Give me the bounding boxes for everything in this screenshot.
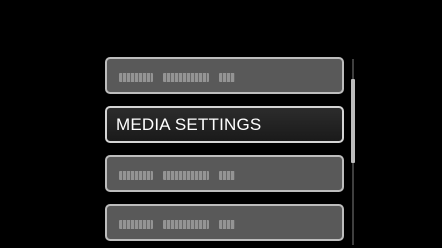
obscured-label	[119, 219, 245, 229]
menu-item-media-settings[interactable]: MEDIA SETTINGS	[105, 106, 344, 143]
camera-menu-screen: MEDIA SETTINGS	[0, 0, 442, 248]
menu-item-obscured-2[interactable]	[105, 155, 344, 192]
obscured-label	[119, 72, 245, 82]
menu-item-label: MEDIA SETTINGS	[116, 115, 262, 134]
scrollbar-thumb[interactable]	[351, 79, 355, 163]
menu-item-obscured-1[interactable]	[105, 57, 344, 94]
menu-item-obscured-3[interactable]	[105, 204, 344, 241]
obscured-label	[119, 170, 245, 180]
